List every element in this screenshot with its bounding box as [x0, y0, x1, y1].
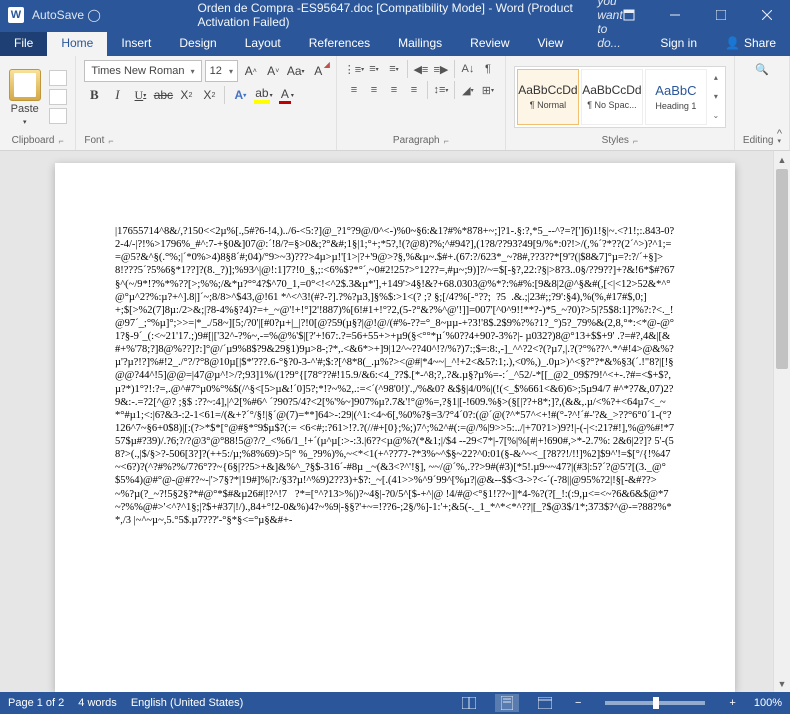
page-number-status[interactable]: Page 1 of 2 — [8, 697, 64, 709]
sign-in-link[interactable]: Sign in — [646, 32, 711, 56]
font-name-combo[interactable]: Times New Roman▾ — [84, 60, 201, 82]
increase-indent-button[interactable]: ≡▶ — [432, 60, 450, 78]
web-layout-button[interactable] — [533, 694, 557, 712]
shrink-font-button[interactable]: A˅ — [263, 61, 282, 81]
group-label-clipboard: Clipboard — [12, 135, 55, 146]
highlight-button[interactable]: ab▾ — [253, 85, 273, 105]
clipboard-launcher[interactable]: ⌐ — [58, 136, 63, 146]
justify-button[interactable]: ≡ — [405, 81, 423, 99]
style-no-spacing[interactable]: AaBbCcDd¶ No Spac... — [581, 69, 643, 125]
sort-button[interactable]: A↓ — [459, 60, 477, 78]
autosave-toggle[interactable]: AutoSave ◯ — [32, 8, 101, 22]
align-center-button[interactable]: ≡ — [365, 81, 383, 99]
find-button[interactable]: 🔍 — [753, 60, 771, 79]
superscript-button[interactable]: X2 — [199, 85, 219, 105]
language-status[interactable]: English (United States) — [131, 697, 244, 709]
italic-button[interactable]: I — [107, 85, 127, 105]
tab-design[interactable]: Design — [165, 32, 230, 56]
strikethrough-button[interactable]: abc — [153, 85, 173, 105]
font-launcher[interactable]: ⌐ — [108, 136, 113, 146]
search-icon: 🔍 — [755, 63, 769, 76]
paragraph-launcher[interactable]: ⌐ — [444, 136, 449, 146]
clear-formatting-button[interactable]: A◢ — [308, 61, 327, 81]
cut-button[interactable] — [49, 70, 67, 86]
print-layout-button[interactable] — [495, 694, 519, 712]
change-case-button[interactable]: Aa▾ — [286, 61, 305, 81]
styles-launcher[interactable]: ⌐ — [633, 136, 638, 146]
group-font: Times New Roman▾ 12▾ A˄ A˅ Aa▾ A◢ B I U▾… — [76, 56, 337, 150]
style-normal[interactable]: AaBbCcDd¶ Normal — [517, 69, 579, 125]
font-size-combo[interactable]: 12▾ — [205, 60, 238, 82]
scroll-thumb[interactable] — [776, 169, 788, 369]
zoom-out-button[interactable]: − — [571, 697, 585, 709]
group-paragraph: ⋮≡▾ ≡▾ ≡▾ ◀≡ ≡▶ A↓ ¶ ≡ ≡ ≡ ≡ ↕≡▾ ◢▾ ⊞▾ — [337, 56, 506, 150]
share-icon: 👤 — [725, 36, 740, 50]
shading-button[interactable]: ◢▾ — [459, 81, 477, 99]
scroll-down-arrow[interactable]: ▼ — [774, 675, 790, 692]
page[interactable]: |17655714^8&/,?150<<2µ%[.,5#?6-!4,)../6-… — [55, 163, 735, 692]
format-painter-button[interactable] — [49, 108, 67, 124]
share-button[interactable]: 👤Share — [711, 32, 790, 56]
multilevel-list-button[interactable]: ≡▾ — [385, 60, 403, 78]
paste-icon — [9, 69, 41, 101]
word-app-icon: W — [8, 7, 24, 23]
group-label-editing: Editing — [743, 135, 774, 146]
align-left-button[interactable]: ≡ — [345, 81, 363, 99]
scroll-up-arrow[interactable]: ▲ — [774, 151, 790, 168]
bold-button[interactable]: B — [84, 85, 104, 105]
font-color-button[interactable]: A▾ — [276, 85, 296, 105]
text-effects-button[interactable]: A▾ — [230, 85, 250, 105]
decrease-indent-button[interactable]: ◀≡ — [412, 60, 430, 78]
tab-mailings[interactable]: Mailings — [384, 32, 456, 56]
align-right-button[interactable]: ≡ — [385, 81, 403, 99]
tab-review[interactable]: Review — [456, 32, 523, 56]
group-label-styles: Styles — [602, 135, 629, 146]
zoom-slider[interactable] — [605, 701, 705, 705]
borders-button[interactable]: ⊞▾ — [479, 81, 497, 99]
minimize-button[interactable] — [652, 0, 698, 30]
line-spacing-button[interactable]: ↕≡▾ — [432, 81, 450, 99]
status-bar: Page 1 of 2 4 words English (United Stat… — [0, 692, 790, 714]
vertical-scrollbar[interactable]: ▲ ▼ — [773, 151, 790, 692]
tab-file[interactable]: File — [0, 32, 47, 56]
group-styles: AaBbCcDd¶ Normal AaBbCcDd¶ No Spac... Aa… — [506, 56, 735, 150]
zoom-slider-handle[interactable] — [653, 697, 659, 709]
numbering-button[interactable]: ≡▾ — [365, 60, 383, 78]
tab-references[interactable]: References — [295, 32, 384, 56]
tab-home[interactable]: Home — [47, 32, 107, 56]
close-button[interactable] — [744, 0, 790, 30]
style-heading-1[interactable]: AaBbCHeading 1 — [645, 69, 707, 125]
paste-button[interactable]: Paste ▾ — [8, 67, 41, 127]
tab-insert[interactable]: Insert — [107, 32, 165, 56]
title-bar: W AutoSave ◯ Orden de Compra -ES95647.do… — [0, 0, 790, 30]
underline-button[interactable]: U▾ — [130, 85, 150, 105]
copy-button[interactable] — [49, 89, 67, 105]
document-area: |17655714^8&/,?150<<2µ%[.,5#?6-!4,)../6-… — [0, 151, 790, 692]
zoom-level[interactable]: 100% — [754, 697, 782, 709]
maximize-button[interactable] — [698, 0, 744, 30]
ribbon: Paste ▾ Clipboard⌐ Times New Roman▾ 12▾ … — [0, 56, 790, 151]
group-label-font: Font — [84, 135, 104, 146]
subscript-button[interactable]: X2 — [176, 85, 196, 105]
window-title: Orden de Compra -ES95647.doc [Compatibil… — [198, 1, 593, 29]
group-label-paragraph: Paragraph — [393, 135, 440, 146]
styles-gallery[interactable]: AaBbCcDd¶ Normal AaBbCcDd¶ No Spac... Aa… — [514, 66, 726, 128]
word-count-status[interactable]: 4 words — [78, 697, 117, 709]
tell-me-search[interactable]: Tell me what you want to do... — [577, 0, 646, 56]
group-clipboard: Paste ▾ Clipboard⌐ — [0, 56, 76, 150]
document-body-text[interactable]: |17655714^8&/,?150<<2µ%[.,5#?6-!4,)../6-… — [115, 225, 675, 527]
tab-view[interactable]: View — [524, 32, 578, 56]
grow-font-button[interactable]: A˄ — [241, 61, 260, 81]
zoom-in-button[interactable]: + — [725, 697, 739, 709]
read-mode-button[interactable] — [457, 694, 481, 712]
show-marks-button[interactable]: ¶ — [479, 60, 497, 78]
bullets-button[interactable]: ⋮≡▾ — [345, 60, 363, 78]
tab-layout[interactable]: Layout — [231, 32, 295, 56]
ribbon-tabs: File Home Insert Design Layout Reference… — [0, 30, 790, 56]
collapse-ribbon-button[interactable]: ^ — [777, 128, 782, 140]
styles-gallery-more[interactable]: ▴▾⌄ — [709, 69, 723, 125]
